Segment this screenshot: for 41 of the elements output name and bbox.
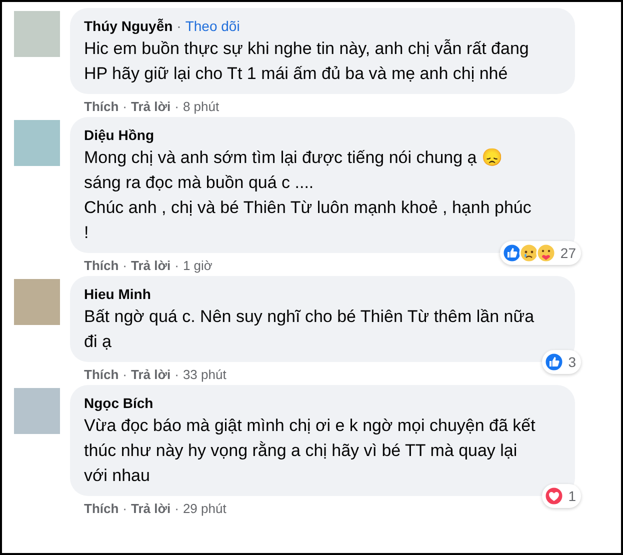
separator-dot: · [122,99,128,114]
avatar[interactable] [14,120,60,166]
avatar[interactable] [14,11,60,57]
comment-time[interactable]: 1 giờ [182,258,212,273]
reaction-badge[interactable]: 1 [542,484,581,508]
follow-link[interactable]: Theo dõi [185,18,240,34]
comment-time[interactable]: 29 phút [182,501,226,516]
reaction-badge[interactable]: 3 [542,350,581,374]
comment-action-link[interactable]: Trả lời [131,367,171,382]
avatar[interactable] [14,279,60,325]
separator-dot: · [176,18,182,34]
separator-dot: · [174,501,179,516]
separator-dot: · [122,367,128,382]
comment-text: Vừa đọc báo mà giật mình chị ơi e k ngờ mọi chuyện đã kết thúc như này hy vọng rằng a chị hãy vì bé TT mà quay lại với nhau [84,415,536,487]
comment-action-link[interactable]: Thích [84,367,119,382]
separator-dot: · [122,258,128,273]
author-name[interactable]: Diệu Hồng [84,127,154,143]
comment-action-link[interactable]: Trả lời [131,258,171,273]
author-name[interactable]: Thúy Nguyễn [84,18,173,34]
comment-action-link[interactable]: Trả lời [131,501,171,516]
comment-time[interactable]: 8 phút [182,99,220,114]
comment-text: Mong chị và anh sớm tìm lại được tiếng nói chung ạ 😞 sáng ra đọc mà buồn quá c .... Chúc anh , chị và bé Thiên Từ luôn mạnh khoẻ , hạnh phúc ! [84,147,532,244]
comment-action-link[interactable]: Thích [84,501,119,516]
avatar[interactable] [14,388,60,434]
comment-action-link[interactable]: Thích [84,258,119,273]
emoji-face-icon [536,243,556,263]
comment-action-link[interactable]: Trả lời [131,99,171,114]
separator-dot: · [122,501,128,516]
comment-time[interactable]: 33 phút [182,367,226,382]
emoji-face-icon [519,243,540,263]
separator-dot: · [174,258,179,273]
separator-dot: · [174,367,179,382]
thumbs-up-icon [544,352,564,372]
comment-action-link[interactable]: Thích [84,99,119,114]
author-name[interactable]: Hieu Minh [84,286,151,302]
thumbs-up-icon [502,243,522,263]
comment-text: Bất ngờ quá c. Nên suy nghĩ cho bé Thiên Từ thêm lần nữa đi ạ [84,306,536,353]
author-name[interactable]: Ngọc Bích [84,395,154,411]
separator-dot: · [174,99,179,114]
reaction-badge[interactable]: 27 [500,241,581,265]
comment-text: Hic em buồn thực sự khi nghe tin này, anh chị vẫn rất đang HP hãy giữ lại cho Tt 1 mái ấm đủ ba và mẹ anh chị nhé [84,38,530,85]
